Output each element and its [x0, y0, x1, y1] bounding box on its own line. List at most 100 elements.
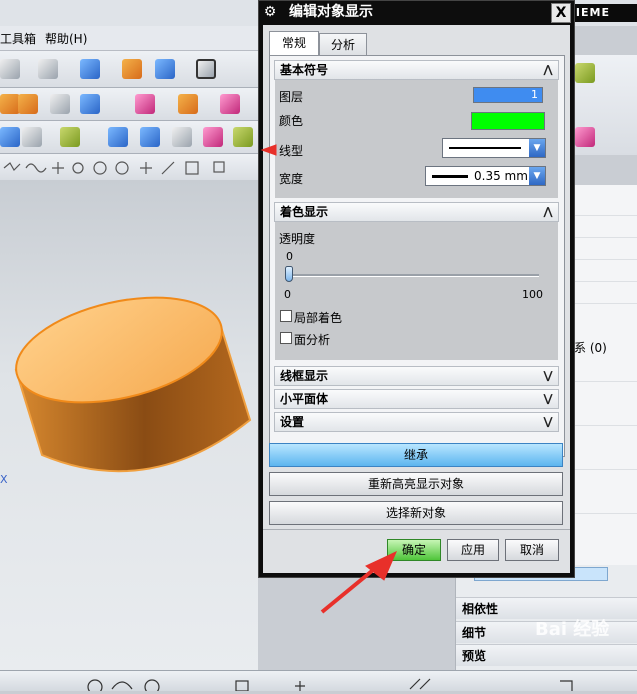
edit-object-display-dialog: ⚙ 编辑对象显示 X 常规 分析 基本符号 ⋀ 图层 1 颜色 线型 ▼ 宽度 … — [258, 0, 575, 578]
basic-symbol-body: 图层 1 颜色 线型 ▼ 宽度 0.35 mm ▼ — [275, 80, 558, 198]
tool-icon[interactable] — [196, 59, 216, 79]
bottom-tool-icons[interactable] — [0, 671, 637, 694]
section-settings[interactable]: 设置 ⋁ — [274, 412, 559, 432]
chevron-up-icon[interactable]: ⋀ — [538, 203, 558, 221]
cancel-button[interactable]: 取消 — [505, 539, 559, 561]
snap-icons[interactable] — [0, 154, 260, 180]
chevron-up-icon[interactable]: ⋀ — [538, 61, 558, 79]
width-select[interactable]: 0.35 mm ▼ — [425, 166, 546, 186]
cube-icon[interactable] — [80, 59, 100, 79]
section-shading[interactable]: 着色显示 ⋀ — [274, 202, 559, 222]
transparency-label: 透明度 — [279, 232, 316, 246]
panel-divider — [574, 381, 637, 382]
panel-divider — [574, 425, 637, 426]
section-title: 线框显示 — [280, 369, 329, 383]
tool-icon[interactable] — [172, 127, 192, 147]
gear-icon[interactable]: ⚙ — [262, 4, 278, 20]
linetype-preview — [449, 147, 521, 149]
section-facet-body[interactable]: 小平面体 ⋁ — [274, 389, 559, 409]
layer-label: 图层 — [279, 90, 304, 104]
menu-toolbox[interactable]: 工具箱 — [0, 30, 36, 47]
tool-icon[interactable] — [50, 94, 70, 114]
watermark: Bai 经验 — [535, 619, 610, 640]
section-basic-symbol[interactable]: 基本符号 ⋀ — [274, 60, 559, 80]
chevron-down-icon[interactable]: ⋁ — [538, 390, 558, 408]
face-analysis-checkbox[interactable] — [280, 332, 292, 344]
snap-toolbar — [0, 154, 260, 181]
tool-icon[interactable] — [38, 59, 58, 79]
panel-divider — [574, 281, 637, 282]
slider-max-label: 100 — [522, 288, 543, 301]
panel-divider — [574, 237, 637, 238]
tool-icon[interactable] — [575, 63, 595, 83]
toolbar-row-3 — [0, 121, 260, 154]
tool-icon[interactable] — [80, 94, 100, 114]
linetype-label: 线型 — [279, 144, 304, 158]
toolbar-row-1 — [0, 51, 260, 88]
tool-icon[interactable] — [108, 127, 128, 147]
partial-shading-label: 局部着色 — [294, 311, 343, 325]
bottom-toolbar — [0, 670, 637, 694]
rehighlight-objects-button[interactable]: 重新高亮显示对象 — [269, 472, 563, 496]
tool-icon[interactable] — [22, 127, 42, 147]
section-title: 基本符号 — [280, 63, 329, 77]
apply-button[interactable]: 应用 — [447, 539, 499, 561]
toolbar-row-2 — [0, 88, 260, 121]
transparency-slider-handle[interactable] — [285, 266, 293, 282]
partial-shading-checkbox[interactable] — [280, 310, 292, 322]
width-preview — [432, 175, 468, 178]
shading-body: 透明度 0 0 100 局部着色 面分析 — [275, 222, 558, 360]
tool-icon[interactable] — [122, 59, 142, 79]
tool-icon[interactable] — [178, 94, 198, 114]
panel-divider — [574, 469, 637, 470]
tab-general[interactable]: 常规 — [269, 31, 319, 56]
menu-help[interactable]: 帮助(H) — [45, 30, 87, 47]
ok-button[interactable]: 确定 — [387, 539, 441, 561]
tool-icon[interactable] — [575, 127, 595, 147]
transparency-slider-track[interactable] — [289, 274, 539, 277]
section-title: 着色显示 — [280, 205, 329, 219]
inherit-button[interactable]: 继承 — [269, 443, 563, 467]
right-toolbar — [573, 55, 637, 155]
tool-icon[interactable] — [60, 127, 80, 147]
panel-divider — [574, 215, 637, 216]
navigator-panel: 系 (0) — [573, 185, 637, 605]
chevron-down-icon[interactable]: ▼ — [529, 139, 545, 157]
panel-divider — [574, 259, 637, 260]
cylinder-model[interactable] — [0, 180, 258, 670]
graphics-viewport[interactable]: X — [0, 180, 258, 670]
section-wireframe[interactable]: 线框显示 ⋁ — [274, 366, 559, 386]
menu-bar: 工具箱 帮助(H) — [0, 26, 260, 51]
chevron-down-icon[interactable]: ⋁ — [538, 367, 558, 385]
tool-icon[interactable] — [233, 127, 253, 147]
tool-icon[interactable] — [140, 127, 160, 147]
linetype-select[interactable]: ▼ — [442, 138, 546, 158]
tool-icon[interactable] — [18, 94, 38, 114]
tool-icon[interactable] — [220, 94, 240, 114]
face-analysis-label: 面分析 — [294, 333, 331, 347]
button-divider — [263, 529, 570, 530]
navigator-item[interactable]: 系 (0) — [574, 339, 607, 356]
dialog-title: 编辑对象显示 — [289, 4, 373, 20]
tool-icon[interactable] — [0, 94, 20, 114]
layer-input[interactable]: 1 — [473, 87, 543, 103]
chevron-down-icon[interactable]: ▼ — [529, 167, 545, 185]
slider-min-label: 0 — [284, 288, 291, 301]
section-title: 小平面体 — [280, 392, 329, 406]
chevron-down-icon[interactable]: ⋁ — [538, 413, 558, 431]
dialog-body: 常规 分析 基本符号 ⋀ 图层 1 颜色 线型 ▼ 宽度 0.35 mm ▼ 着… — [263, 25, 570, 573]
dialog-title-bar[interactable]: ⚙ 编辑对象显示 X — [259, 1, 574, 23]
close-button[interactable]: X — [551, 3, 571, 23]
axis-label-x: X — [0, 473, 8, 486]
tool-icon[interactable] — [0, 59, 20, 79]
tool-icon[interactable] — [203, 127, 223, 147]
tool-icon[interactable] — [135, 94, 155, 114]
tool-icon[interactable] — [155, 59, 175, 79]
color-swatch[interactable] — [471, 112, 545, 130]
transparency-value: 0 — [286, 250, 293, 263]
tool-icon[interactable] — [0, 127, 20, 147]
section-title: 设置 — [280, 415, 305, 429]
color-label: 颜色 — [279, 114, 304, 128]
tab-analysis[interactable]: 分析 — [319, 33, 367, 56]
select-new-object-button[interactable]: 选择新对象 — [269, 501, 563, 525]
